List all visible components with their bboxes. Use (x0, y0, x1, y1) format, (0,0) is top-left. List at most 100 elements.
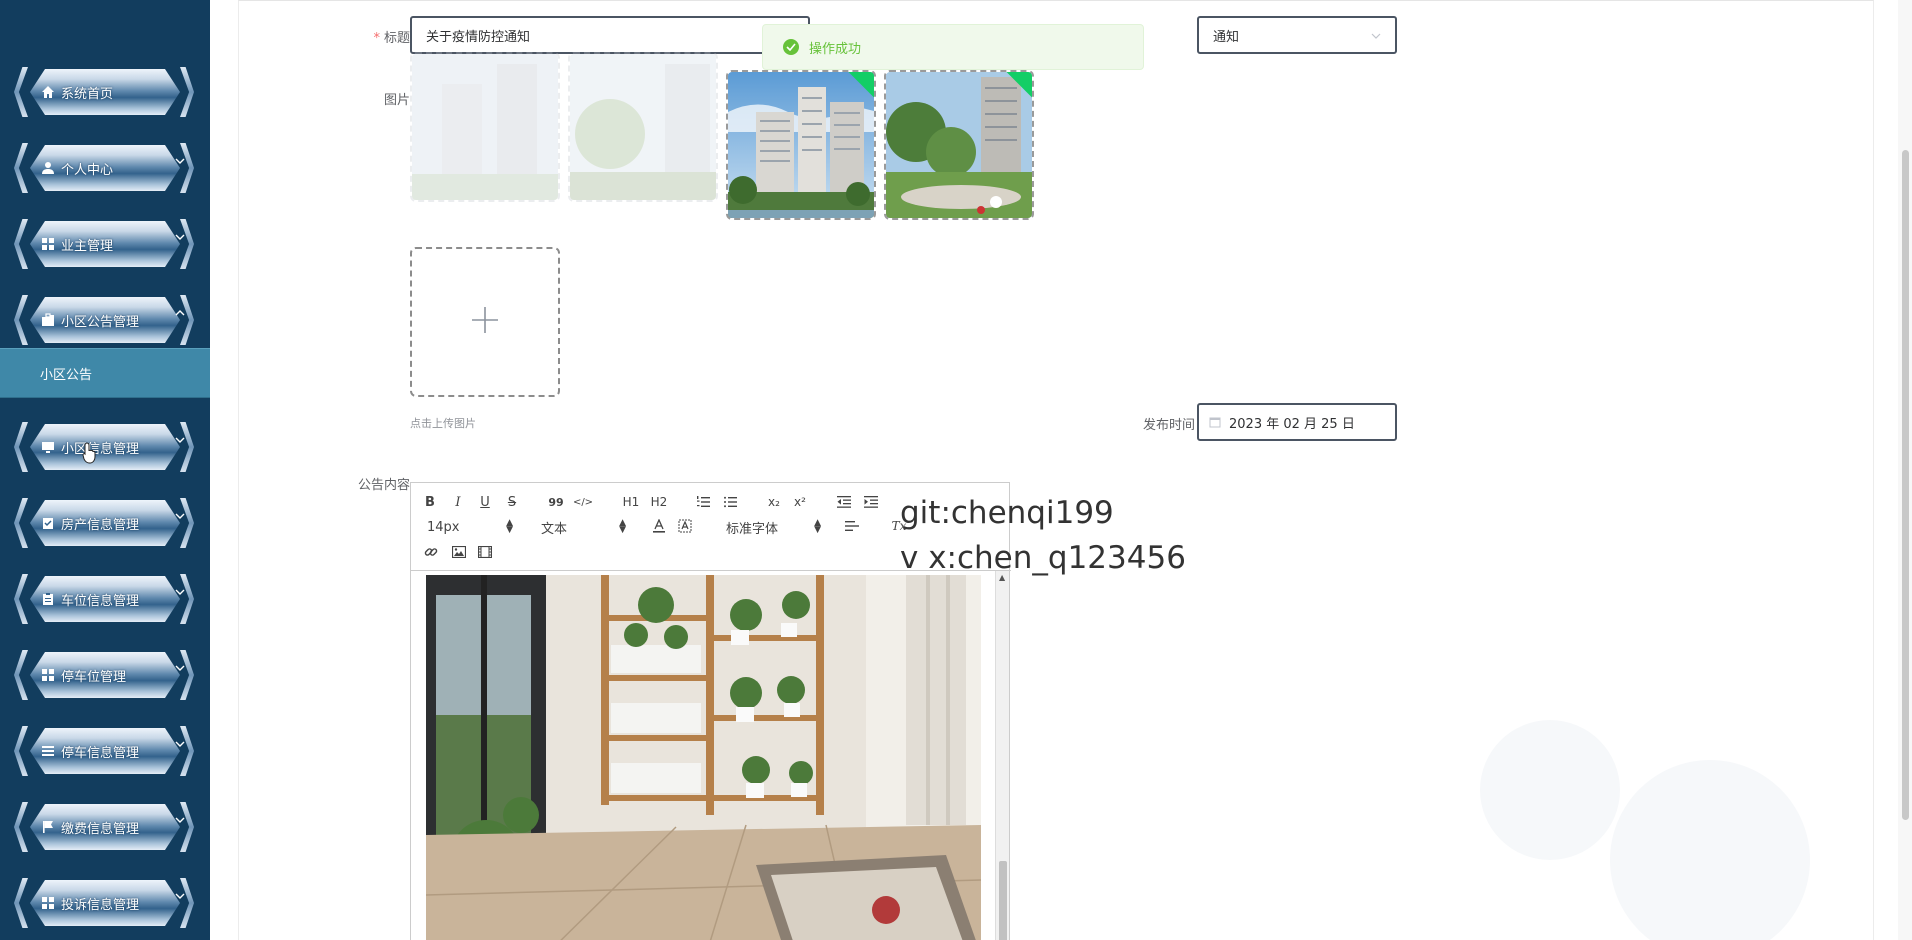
chevron-down-icon (174, 586, 186, 598)
publish-date-picker[interactable]: 2023 年 02 月 25 日 (1197, 403, 1397, 441)
sidebar-item-label: 小区公告管理 (61, 314, 140, 330)
title-label: * 标题 (373, 31, 410, 46)
sidebar-item-parking-space-info[interactable]: 车位信息管理 (14, 570, 194, 628)
bold-button[interactable]: B (423, 492, 437, 512)
select-arrows-icon: ▲ ▼ (814, 518, 821, 535)
scrollbar-thumb[interactable] (999, 861, 1007, 940)
sidebar-item-label: 房产信息管理 (61, 517, 140, 533)
select-arrows-icon: ▲ ▼ (619, 518, 626, 535)
mouse-cursor-icon (82, 442, 96, 464)
chevron-down-icon (1371, 28, 1381, 43)
blockquote-button[interactable]: 99 (547, 492, 565, 512)
sidebar-item-label: 投诉信息管理 (61, 897, 140, 913)
italic-button[interactable]: I (451, 492, 465, 512)
chevron-down-icon (174, 231, 186, 243)
sidebar-item-owner-management[interactable]: 业主管理 (14, 215, 194, 273)
background-color-icon[interactable] (677, 516, 693, 536)
background-decoration (1480, 720, 1620, 860)
chevron-down-icon (174, 434, 186, 446)
submenu-item-label: 小区公告 (40, 367, 93, 383)
image-thumbnail-buildings[interactable] (726, 70, 876, 220)
calendar-icon (1209, 416, 1221, 428)
subscript-button[interactable]: x₂ (765, 492, 783, 512)
check-circle-icon (783, 39, 799, 55)
indent-icon[interactable] (863, 492, 879, 512)
sidebar-item-label: 车位信息管理 (61, 593, 140, 609)
sidebar-item-complaint-info[interactable]: 投诉信息管理 (14, 874, 194, 932)
code-block-button[interactable]: </> (573, 492, 593, 512)
sidebar-item-label: 业主管理 (61, 238, 114, 254)
monitor-icon (40, 439, 56, 455)
header-select[interactable]: 文本 ▲ ▼ (541, 516, 626, 538)
chevron-down-icon (174, 510, 186, 522)
sidebar-item-property-info[interactable]: 房产信息管理 (14, 494, 194, 552)
grid-icon (40, 667, 56, 683)
main-content: *标题 关于疫情防控通知 *类型 通知 操作成功 图片 (210, 0, 1912, 940)
sidebar-item-label: 停车信息管理 (61, 745, 140, 761)
upload-image-button[interactable] (410, 247, 560, 397)
chevron-down-icon (174, 155, 186, 167)
title-input[interactable]: 关于疫情防控通知 (410, 16, 810, 54)
page-scrollbar[interactable] (1898, 0, 1912, 940)
plus-icon (470, 305, 500, 339)
sidebar-item-payment-info[interactable]: 缴费信息管理 (14, 798, 194, 856)
heading1-button[interactable]: H1 (621, 492, 641, 512)
sidebar-item-community-info[interactable]: 小区信息管理 (14, 418, 194, 476)
success-toast: 操作成功 (762, 24, 1144, 70)
font-family-select[interactable]: 标准字体 ▲ ▼ (726, 516, 821, 538)
publish-time-label: 发布时间 (1142, 418, 1195, 433)
strike-button[interactable]: S (505, 492, 519, 512)
submenu-item-community-notice[interactable]: 小区公告 (0, 348, 210, 398)
sidebar-item-parking-info[interactable]: 停车信息管理 (14, 722, 194, 780)
upload-hint: 点击上传图片 (410, 417, 476, 430)
image-thumbnail-ghost (410, 52, 560, 202)
video-icon[interactable] (477, 542, 493, 562)
bullet-list-icon[interactable] (722, 492, 738, 512)
sidebar-item-home[interactable]: 系统首页 (14, 63, 194, 121)
sidebar-item-label: 系统首页 (61, 86, 114, 102)
content-label: 公告内容 (357, 478, 410, 493)
sidebar-item-label: 个人中心 (61, 162, 114, 178)
sidebar-item-label: 停车位管理 (61, 669, 127, 685)
briefcase-icon (40, 312, 56, 328)
sidebar-item-parking-lot[interactable]: 停车位管理 (14, 646, 194, 704)
underline-button[interactable]: U (478, 492, 492, 512)
editor-content-image (426, 575, 981, 940)
chevron-up-icon (174, 307, 186, 319)
superscript-button[interactable]: x² (791, 492, 809, 512)
flag-icon (40, 819, 56, 835)
sidebar-item-label: 缴费信息管理 (61, 821, 140, 837)
font-size-select[interactable]: 14px ▲ ▼ (427, 516, 513, 538)
sidebar-item-personal-center[interactable]: 个人中心 (14, 139, 194, 197)
check-clipboard-icon (40, 515, 56, 531)
chevron-down-icon (174, 814, 186, 826)
sidebar-item-notice-management[interactable]: 小区公告管理 (14, 291, 194, 349)
link-icon[interactable] (423, 542, 439, 562)
grid-icon (40, 236, 56, 252)
image-thumbnail-ghost (568, 52, 718, 202)
grid-icon (40, 895, 56, 911)
watermark-line: git:chenqi199 (900, 495, 1114, 531)
chevron-down-icon (174, 662, 186, 674)
image-thumbnail-garden[interactable] (884, 70, 1034, 220)
ordered-list-icon[interactable] (695, 492, 711, 512)
watermark-line: v x:chen_q123456 (900, 540, 1186, 576)
chevron-down-icon (174, 738, 186, 750)
outdent-icon[interactable] (836, 492, 852, 512)
image-label: 图片 (383, 93, 410, 108)
sidebar-item-label: 小区信息管理 (61, 441, 140, 457)
user-icon (40, 160, 56, 176)
home-icon (40, 84, 56, 100)
chevron-down-icon (174, 890, 186, 902)
type-select[interactable]: 通知 (1197, 16, 1397, 54)
list-icon (40, 743, 56, 759)
clipboard-icon (40, 591, 56, 607)
heading2-button[interactable]: H2 (649, 492, 669, 512)
align-icon[interactable] (844, 516, 860, 536)
select-arrows-icon: ▲ ▼ (506, 518, 513, 535)
sidebar: 系统首页 个人中心 业主管理 小区公告管理 小区公告 小区信息管理 房产信息管理… (0, 0, 210, 940)
page-scrollbar-thumb[interactable] (1902, 150, 1909, 820)
editor-scrollbar[interactable]: ▲ (995, 571, 1009, 940)
image-icon[interactable] (451, 542, 467, 562)
text-color-icon[interactable] (651, 516, 667, 536)
